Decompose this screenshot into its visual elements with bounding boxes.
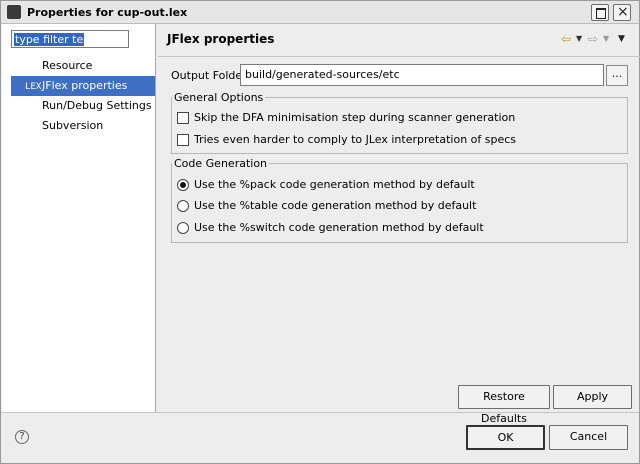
filter-placeholder-text: type filter text [15, 33, 94, 46]
checkbox-label: Tries even harder to comply to JLex inte… [194, 133, 517, 146]
close-icon: × [617, 4, 629, 20]
tree-item-subversion[interactable]: Subversion [11, 116, 155, 136]
footer-separator [1, 412, 639, 413]
back-dropdown-icon[interactable]: ▼ [576, 34, 582, 48]
output-folder-field[interactable]: build/generated-sources/etc [240, 64, 604, 86]
radio-button[interactable] [177, 222, 189, 234]
tree-item-label: Subversion [42, 119, 104, 132]
general-options-legend: General Options [174, 91, 264, 104]
radio-label: Use the %pack code generation method by … [194, 178, 475, 191]
apply-button[interactable]: Apply [553, 385, 632, 409]
lex-file-icon: LEX [25, 82, 42, 92]
tree-item-label: Run/Debug Settings [42, 99, 152, 112]
checkbox-label: Skip the DFA minimisation step during sc… [194, 111, 516, 124]
forward-arrow-icon[interactable]: ⇨ [588, 32, 598, 46]
filter-field[interactable]: type filter text [11, 30, 129, 48]
radio-button[interactable] [177, 200, 189, 212]
app-icon [7, 5, 21, 19]
header-separator [158, 56, 640, 57]
checkbox-box[interactable] [177, 112, 189, 124]
help-icon[interactable]: ? [15, 430, 29, 444]
tree-item-run-debug-settings[interactable]: Run/Debug Settings [11, 96, 155, 116]
page-header: JFlex properties ⇦ ▼ ⇨ ▼ ▼ [158, 24, 640, 56]
window-title: Properties for cup-out.lex [27, 6, 188, 19]
output-folder-label: Output Folder [171, 69, 247, 82]
preference-tree-pane: type filter text Resource LEX JFlex prop… [2, 24, 156, 412]
code-generation-legend: Code Generation [174, 157, 268, 170]
view-menu-icon[interactable]: ▼ [618, 34, 625, 48]
close-button[interactable]: × [613, 4, 631, 21]
checkbox-box[interactable] [177, 134, 189, 146]
maximize-button[interactable] [591, 4, 609, 21]
tree-item-label: JFlex properties [42, 79, 128, 92]
back-arrow-icon[interactable]: ⇦ [561, 32, 571, 46]
radio-label: Use the %switch code generation method b… [194, 221, 484, 234]
restore-defaults-button[interactable]: Restore Defaults [458, 385, 550, 425]
radio-button[interactable] [177, 179, 189, 191]
radio-label: Use the %table code generation method by… [194, 199, 477, 212]
tree-item-resource[interactable]: Resource [11, 56, 155, 76]
tree-item-jflex-properties[interactable]: LEX JFlex properties [11, 76, 155, 96]
title-bar: Properties for cup-out.lex × [0, 0, 640, 24]
browse-button[interactable]: ... [606, 65, 628, 86]
ok-button[interactable]: OK [466, 425, 545, 450]
forward-dropdown-icon[interactable]: ▼ [603, 34, 609, 48]
cancel-button[interactable]: Cancel [549, 425, 628, 450]
page-title: JFlex properties [167, 32, 275, 46]
tree-item-label: Resource [42, 59, 93, 72]
